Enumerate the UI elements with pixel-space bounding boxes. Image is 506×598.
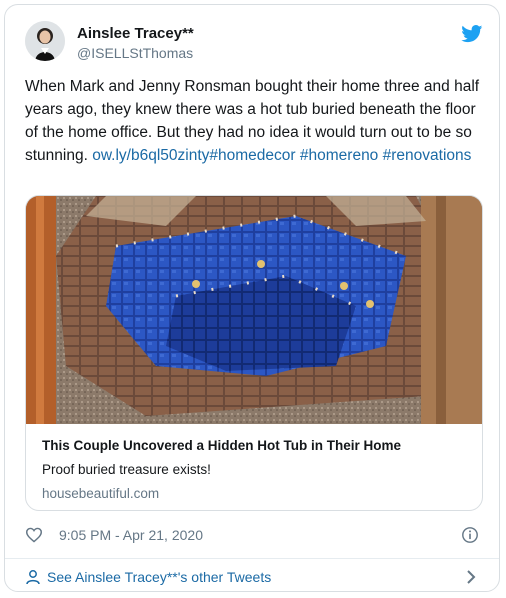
tweet-header: Ainslee Tracey** @ISELLStThomas (25, 21, 483, 65)
person-icon (26, 570, 40, 585)
avatar[interactable] (25, 21, 65, 61)
heart-icon[interactable] (25, 527, 43, 543)
hashtag-homereno[interactable]: #homereno (300, 147, 378, 164)
link-card-description: Proof buried treasure exists! (42, 462, 211, 477)
link-card-title[interactable]: This Couple Uncovered a Hidden Hot Tub i… (42, 438, 401, 453)
other-tweets-label[interactable]: See Ainslee Tracey**'s other Tweets (47, 569, 271, 585)
tweet-text: When Mark and Jenny Ronsman bought their… (25, 75, 485, 167)
info-icon[interactable] (461, 526, 479, 544)
link-preview-card[interactable]: This Couple Uncovered a Hidden Hot Tub i… (25, 195, 483, 511)
twitter-bird-icon[interactable] (461, 25, 483, 43)
chevron-right-icon[interactable] (465, 569, 477, 585)
tweet-meta: 9:05 PM - Apr 21, 2020 (25, 525, 483, 547)
tweet-link[interactable]: ow.ly/b6ql50zinty (92, 147, 209, 164)
other-tweets-link[interactable]: See Ainslee Tracey**'s other Tweets (25, 567, 483, 591)
link-card-domain: housebeautiful.com (42, 486, 160, 501)
tweet-card: Ainslee Tracey** @ISELLStThomas When Mar… (4, 4, 500, 592)
divider (5, 558, 499, 559)
hashtag-homedecor[interactable]: #homedecor (209, 147, 295, 164)
timestamp[interactable]: 9:05 PM - Apr 21, 2020 (59, 527, 203, 543)
hot-tub-photo[interactable] (26, 196, 483, 424)
hashtag-renovations[interactable]: #renovations (383, 147, 472, 164)
author-handle[interactable]: @ISELLStThomas (77, 45, 193, 61)
author-name[interactable]: Ainslee Tracey** (77, 25, 194, 42)
